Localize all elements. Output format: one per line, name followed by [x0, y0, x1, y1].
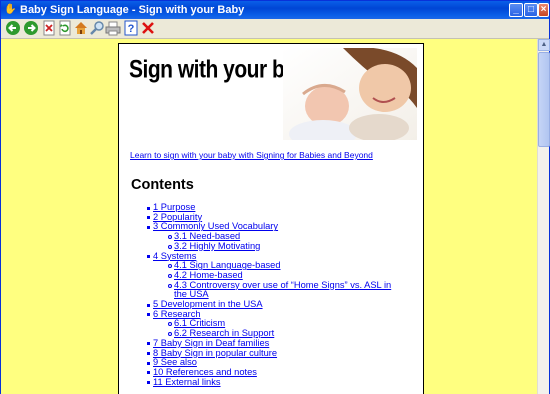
back-icon: [6, 21, 20, 35]
find-button[interactable]: [89, 20, 105, 36]
exit-button[interactable]: [140, 20, 156, 36]
refresh-button[interactable]: [57, 20, 73, 36]
help-button[interactable]: ?: [123, 20, 139, 36]
banner: Sign with your baby!: [125, 48, 417, 140]
vertical-scrollbar[interactable]: ▲: [537, 39, 550, 394]
mother-baby-photo: [283, 48, 417, 140]
toc-bullet: [147, 342, 150, 346]
scroll-thumb[interactable]: [538, 52, 550, 147]
toc-bullet: [147, 216, 150, 220]
toc-bullet: [147, 206, 150, 210]
toc-bullet: [168, 235, 172, 240]
svg-text:?: ?: [128, 23, 135, 35]
toc-bullet: [147, 352, 150, 355]
toc-bullet: [147, 361, 150, 365]
toc-bullet: [168, 322, 172, 327]
toc-bullet: [147, 371, 150, 375]
app-icon: ✋: [4, 4, 17, 15]
search-icon: [90, 21, 104, 35]
help-page: Sign with your baby! Learn to sign with …: [118, 43, 424, 394]
stop-icon: [43, 20, 55, 36]
toc-bullet: [147, 381, 150, 385]
forward-button[interactable]: [23, 20, 39, 36]
toc-bullet: [168, 283, 172, 288]
help-icon: ?: [124, 20, 138, 36]
title-bar[interactable]: ✋ Baby Sign Language - Sign with your Ba…: [1, 1, 549, 19]
app-window: ✋ Baby Sign Language - Sign with your Ba…: [0, 0, 550, 394]
back-button[interactable]: [5, 20, 21, 36]
toc-bullet: [147, 313, 150, 317]
content-viewport: Sign with your baby! Learn to sign with …: [1, 39, 537, 394]
close-icon: [142, 22, 154, 34]
toc-bullet: [147, 225, 150, 229]
minimize-button[interactable]: _: [509, 3, 523, 17]
toolbar: ?: [1, 19, 549, 39]
close-window-button[interactable]: ×: [538, 3, 549, 17]
toc-bullet: [168, 332, 172, 337]
signing-for-babies-link[interactable]: Learn to sign with your baby with Signin…: [130, 150, 373, 160]
toc-bullet: [168, 264, 172, 269]
forward-icon: [24, 21, 38, 35]
maximize-button[interactable]: □: [524, 3, 538, 17]
scroll-up-icon[interactable]: ▲: [538, 39, 550, 51]
toc-bullet: [147, 303, 150, 307]
toc-bullet: [168, 273, 172, 278]
window-title: Baby Sign Language - Sign with your Baby: [20, 4, 245, 16]
home-icon: [75, 22, 87, 34]
toc-bullet: [147, 255, 150, 258]
contents-heading: Contents: [131, 177, 194, 193]
toc-bullet: [168, 244, 172, 249]
print-icon: [105, 21, 121, 36]
stop-button[interactable]: [41, 20, 57, 36]
refresh-icon: [59, 20, 71, 36]
print-button[interactable]: [105, 20, 121, 36]
toc-link[interactable]: 11 External links: [153, 377, 221, 388]
home-button[interactable]: [73, 20, 89, 36]
